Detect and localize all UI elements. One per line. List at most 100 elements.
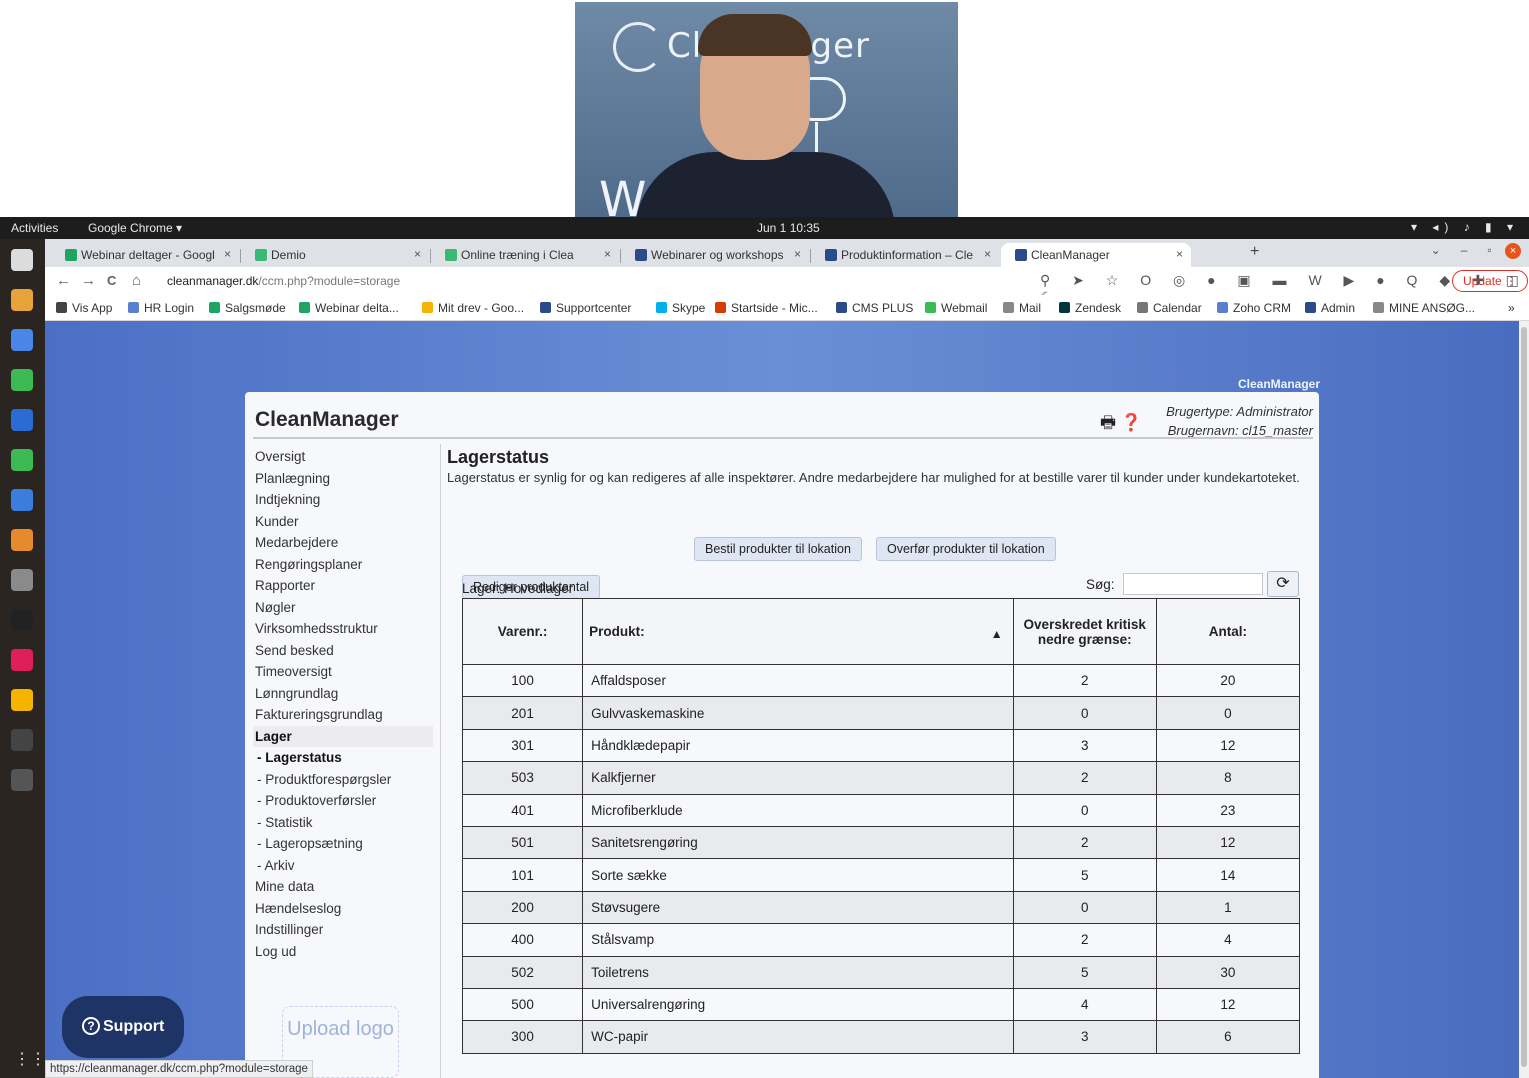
bookmark-item[interactable]: Zoho CRM [1217, 301, 1291, 315]
bookmark-item[interactable]: Mail [1003, 301, 1041, 315]
column-header-item-number[interactable]: Varenr.: [461, 598, 584, 665]
bookmark-item[interactable]: Mit drev - Goo... [422, 301, 524, 315]
bookmark-item[interactable]: Zendesk [1059, 301, 1121, 315]
search-input[interactable] [1123, 573, 1263, 595]
dock-app-icon[interactable] [11, 409, 33, 431]
dock-app-icon[interactable] [11, 729, 33, 751]
dock-app-icon[interactable] [11, 689, 33, 711]
sidebar-item[interactable]: Indtjekning [253, 489, 433, 511]
maximize-icon[interactable]: ▫ [1487, 243, 1491, 257]
bookmark-item[interactable]: Startside - Mic... [715, 301, 818, 315]
sidebar-item[interactable]: Rengøringsplaner [253, 554, 433, 576]
sidebar-item-lager[interactable]: Lager [253, 725, 433, 747]
sidebar-item[interactable]: Log ud [253, 941, 433, 963]
dock-app-icon[interactable] [11, 649, 33, 671]
sidebar-subitem[interactable]: - Arkiv [253, 855, 433, 877]
back-icon[interactable]: ← [56, 272, 71, 289]
support-button[interactable]: ? Support [62, 996, 184, 1058]
column-header-quantity[interactable]: Antal: [1155, 598, 1301, 665]
bookmark-item[interactable]: MINE ANSØG... [1373, 301, 1475, 315]
dock-app-icon[interactable] [11, 289, 33, 311]
sidebar-subitem[interactable]: - Produktforespørgsler [253, 769, 433, 791]
bookmark-item[interactable]: Salgsmøde [209, 301, 286, 315]
order-products-button[interactable]: Bestil produkter til lokation [694, 537, 862, 561]
minimize-icon[interactable]: – [1461, 243, 1468, 257]
bookmark-item[interactable]: Supportcenter [540, 301, 631, 315]
tab-close-icon[interactable]: × [1176, 247, 1183, 261]
sidebar-item[interactable]: Hændelseslog [253, 898, 433, 920]
tab-close-icon[interactable]: × [984, 247, 991, 261]
table-row[interactable]: 500 Universalrengøring 4 12 [461, 987, 1301, 1022]
app-menu[interactable]: Google Chrome ▾ [88, 221, 182, 235]
dock-app-icon[interactable] [11, 249, 33, 271]
sidebar-item[interactable]: Virksomhedsstruktur [253, 618, 433, 640]
page-scrollbar[interactable] [1519, 321, 1529, 1078]
bookmark-item[interactable]: HR Login [128, 301, 194, 315]
tab-produktinformation[interactable]: Produktinformation – Cle × [811, 243, 999, 267]
update-button[interactable]: Update ⋮ [1452, 270, 1529, 292]
scrollbar-thumb[interactable] [1521, 327, 1527, 1067]
tab-online-traening[interactable]: Online træning i Clea × [431, 243, 619, 267]
tab-demio[interactable]: Demio × [241, 243, 429, 267]
table-row[interactable]: 200 Støvsugere 0 1 [461, 890, 1301, 925]
table-row[interactable]: 101 Sorte sække 5 14 [461, 858, 1301, 892]
table-row[interactable]: 503 Kalkfjerner 2 8 [461, 761, 1301, 795]
dock-app-icon[interactable] [11, 529, 33, 551]
sidebar-subitem[interactable]: - Produktoverførsler [253, 790, 433, 812]
window-close-icon[interactable]: × [1505, 243, 1521, 259]
sidebar-item[interactable]: Planlægning [253, 468, 433, 490]
dock-app-icon[interactable] [11, 769, 33, 791]
sidebar-item[interactable]: Lønngrundlag [253, 683, 433, 705]
sidebar-item[interactable]: Faktureringsgrundlag [253, 704, 433, 726]
forward-icon[interactable]: → [81, 272, 96, 289]
table-row[interactable]: 502 Toiletrens 5 30 [461, 955, 1301, 989]
column-header-critical-limit[interactable]: Overskredet kritisk nedre grænse: [1012, 598, 1157, 665]
table-row[interactable]: 201 Gulvvaskemaskine 0 0 [461, 696, 1301, 730]
system-tray-icons[interactable]: ▾ ◂) ♪ ▮ ▾ [1411, 220, 1519, 234]
sidebar-item[interactable]: Indstillinger [253, 919, 433, 941]
clock[interactable]: Jun 1 10:35 [757, 221, 820, 235]
sidebar-item[interactable]: Nøgler [253, 597, 433, 619]
refresh-button[interactable]: ⟳ [1267, 571, 1299, 597]
tab-close-icon[interactable]: × [794, 247, 801, 261]
tab-cleanmanager[interactable]: CleanManager × [1001, 243, 1191, 267]
bookmark-item[interactable]: Calendar [1137, 301, 1202, 315]
sidebar-subitem[interactable]: - Lageropsætning [253, 833, 433, 855]
bookmark-item[interactable]: CMS PLUS [836, 301, 913, 315]
dock-app-icon[interactable] [11, 449, 33, 471]
tab-webinarer-workshops[interactable]: Webinarer og workshops × [621, 243, 809, 267]
bookmark-item[interactable]: Webmail [925, 301, 987, 315]
sidebar-item[interactable]: Mine data [253, 876, 433, 898]
tab-close-icon[interactable]: × [224, 247, 231, 261]
dock-app-icon[interactable] [11, 329, 33, 351]
table-row[interactable]: 301 Håndklædepapir 3 12 [461, 728, 1301, 763]
bookmark-item[interactable]: Vis App [56, 301, 112, 315]
table-row[interactable]: 501 Sanitetsrengøring 2 12 [461, 825, 1301, 860]
activities-button[interactable]: Activities [11, 221, 58, 235]
sidebar-item[interactable]: Timeoversigt [253, 661, 433, 683]
sidebar-item[interactable]: Rapporter [253, 575, 433, 597]
address-bar[interactable]: cleanmanager.dk/ccm.php?module=storage [167, 274, 400, 288]
table-row[interactable]: 401 Microfiberklude 0 23 [461, 793, 1301, 827]
tab-close-icon[interactable]: × [414, 247, 421, 261]
dock-app-icon[interactable] [11, 569, 33, 591]
dock-app-icon[interactable] [11, 609, 33, 631]
sidebar-subitem[interactable]: - Lagerstatus [253, 747, 433, 769]
reload-icon[interactable]: C [107, 273, 116, 288]
transfer-products-button[interactable]: Overfør produkter til lokation [876, 537, 1056, 561]
table-row[interactable]: 100 Affaldsposer 2 20 [461, 663, 1301, 698]
home-icon[interactable]: ⌂ [132, 272, 141, 289]
table-row[interactable]: 300 WC-papir 3 6 [461, 1020, 1301, 1054]
table-row[interactable]: 400 Stålsvamp 2 4 [461, 923, 1301, 957]
print-icon[interactable]: 🖶 [1100, 413, 1116, 432]
tab-close-icon[interactable]: × [604, 247, 611, 261]
new-tab-button[interactable]: + [1250, 243, 1259, 261]
sidebar-item[interactable]: Oversigt [253, 446, 433, 468]
dock-app-icon[interactable] [11, 489, 33, 511]
bookmark-item[interactable]: Admin [1305, 301, 1355, 315]
sidebar-item[interactable]: Kunder [253, 511, 433, 533]
sidebar-item[interactable]: Medarbejdere [253, 532, 433, 554]
dock-app-icon[interactable] [11, 369, 33, 391]
tab-search-icon[interactable]: ⌄ [1431, 243, 1441, 257]
column-header-product[interactable]: Produkt: ▲ [582, 598, 1014, 665]
